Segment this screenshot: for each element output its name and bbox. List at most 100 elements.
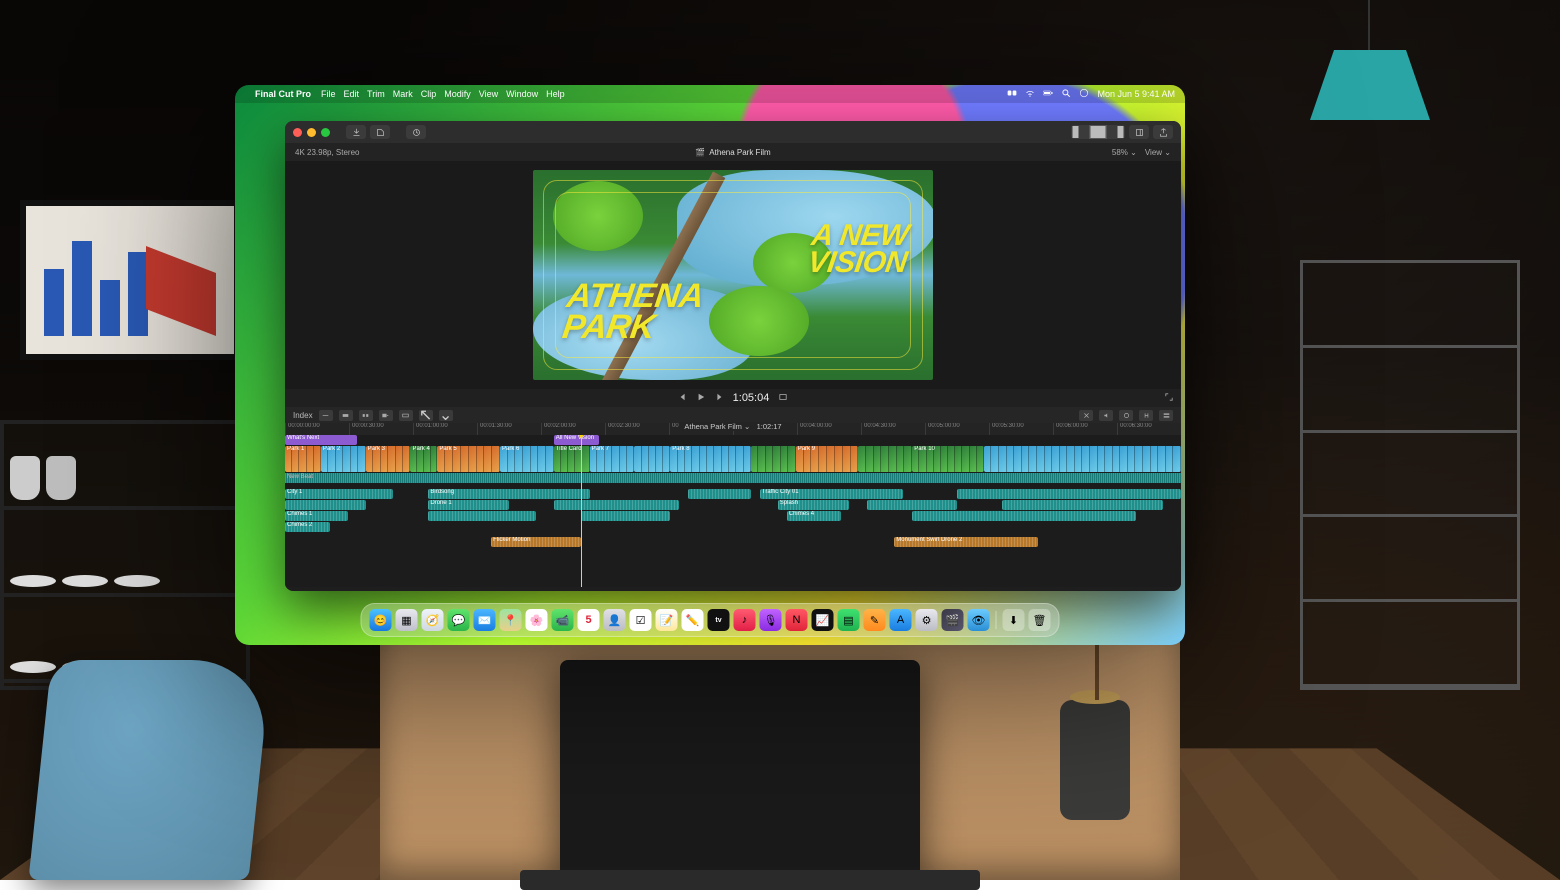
skimming-toggle[interactable] (1079, 410, 1093, 421)
video-clip[interactable]: Park 1 (285, 446, 321, 472)
trim-tool[interactable] (319, 410, 333, 421)
menu-view[interactable]: View (479, 89, 498, 99)
control-center-icon[interactable] (1007, 88, 1017, 100)
video-clip[interactable]: Park 3 (366, 446, 411, 472)
dock-trash[interactable]: 🗑 (1029, 609, 1051, 631)
audio-clip[interactable] (867, 500, 957, 510)
dock-app-numbers[interactable]: ▤ (838, 609, 860, 631)
timeline-ruler[interactable]: Athena Park Film ⌄ 1:02:17 00:00:00:0000… (285, 423, 1181, 435)
workspace-layout-selector[interactable] (1071, 125, 1125, 139)
arrow-tool[interactable]: ↖︎ (419, 410, 433, 421)
dock-app-photos[interactable]: 🌸 (526, 609, 548, 631)
dock-app-music[interactable]: ♪ (734, 609, 756, 631)
primary-audio[interactable]: New Beat (285, 473, 1181, 483)
dock-app-tv[interactable]: tv (708, 609, 730, 631)
dock-downloads[interactable]: ⬇︎ (1003, 609, 1025, 631)
audio-clip[interactable]: Drone 1 (428, 500, 509, 510)
video-clip[interactable]: Park 5 (437, 446, 500, 472)
video-clip[interactable]: Park 9 (796, 446, 859, 472)
background-tasks-button[interactable] (406, 125, 426, 139)
audio-clip[interactable]: City 1 (285, 489, 393, 499)
audio-clip[interactable]: Monument Swirl Drone 2 (894, 537, 1037, 547)
index-button[interactable]: Index (293, 411, 313, 420)
dock-app-maps[interactable]: 📍 (500, 609, 522, 631)
audio-clip[interactable]: Chimes 2 (285, 522, 330, 532)
view-dropdown[interactable]: View ⌄ (1145, 148, 1171, 157)
audio-skimming-toggle[interactable] (1099, 410, 1113, 421)
fullscreen-viewer-button[interactable] (1165, 393, 1173, 403)
solo-button[interactable] (1119, 410, 1133, 421)
search-icon[interactable] (1061, 88, 1071, 100)
wifi-icon[interactable] (1025, 88, 1035, 100)
audio-clip[interactable]: Flicker Motion (491, 537, 581, 547)
prev-frame-button[interactable] (679, 393, 687, 403)
menu-trim[interactable]: Trim (367, 89, 385, 99)
dock-app-mail[interactable]: ✉️ (474, 609, 496, 631)
audio-clip[interactable]: Chimes 4 (787, 511, 841, 521)
dock-app-settings[interactable]: ⚙︎ (916, 609, 938, 631)
minimize-button[interactable] (307, 128, 316, 137)
siri-icon[interactable] (1079, 88, 1089, 100)
dock-app-safari[interactable]: 🧭 (422, 609, 444, 631)
video-clip[interactable]: Park 7 (590, 446, 635, 472)
dock-app-messages[interactable]: 💬 (448, 609, 470, 631)
share-button[interactable] (1153, 125, 1173, 139)
video-clip[interactable]: Park 10 (912, 446, 984, 472)
dock-app-contacts[interactable]: 👤 (604, 609, 626, 631)
timeline-project-dropdown[interactable]: Athena Park Film (684, 422, 742, 431)
video-clip[interactable]: Park 4 (410, 446, 437, 472)
keyword-button[interactable] (370, 125, 390, 139)
audio-clip[interactable] (957, 489, 1181, 499)
dock-app-stocks[interactable]: 📈 (812, 609, 834, 631)
battery-icon[interactable] (1043, 88, 1053, 100)
next-frame-button[interactable] (715, 393, 723, 403)
menubar-app-name[interactable]: Final Cut Pro (255, 89, 311, 99)
title-clip[interactable]: What's Next (285, 435, 357, 445)
dock-app-podcasts[interactable]: 🎙 (760, 609, 782, 631)
import-button[interactable] (346, 125, 366, 139)
dock-app-launchpad[interactable]: ▦ (396, 609, 418, 631)
dock-app-notes[interactable]: 📝 (656, 609, 678, 631)
snapping-toggle[interactable] (1139, 410, 1153, 421)
overwrite-clip-button[interactable] (399, 410, 413, 421)
dock-app-pages[interactable]: ✎ (864, 609, 886, 631)
insert-clip-button[interactable] (359, 410, 373, 421)
menu-edit[interactable]: Edit (344, 89, 360, 99)
audio-clip[interactable] (428, 511, 536, 521)
audio-clip[interactable] (912, 511, 1136, 521)
video-clip[interactable] (858, 446, 912, 472)
video-clip[interactable]: Park 8 (670, 446, 751, 472)
title-clip[interactable]: All New Vision (554, 435, 599, 445)
video-clip[interactable] (634, 446, 670, 472)
menu-modify[interactable]: Modify (444, 89, 471, 99)
connect-clip-button[interactable] (339, 410, 353, 421)
audio-clip[interactable] (581, 511, 671, 521)
audio-clip[interactable] (1002, 500, 1163, 510)
play-button[interactable] (697, 393, 705, 403)
timeline[interactable]: What's NextAll New VisionPark 1Park 2Par… (285, 435, 1181, 587)
menu-clip[interactable]: Clip (421, 89, 437, 99)
dock-app-news[interactable]: N (786, 609, 808, 631)
menu-file[interactable]: File (321, 89, 336, 99)
audio-clip[interactable] (688, 489, 751, 499)
playhead[interactable] (581, 435, 582, 587)
dock-app-final-cut-pro[interactable]: 🎬 (942, 609, 964, 631)
video-clip[interactable] (751, 446, 796, 472)
menubar-datetime[interactable]: Mon Jun 5 9:41 AM (1097, 89, 1175, 99)
zoom-dropdown[interactable]: 58% ⌄ (1112, 148, 1137, 157)
close-button[interactable] (293, 128, 302, 137)
viewer-canvas[interactable]: ATHENAPARK A NEWVISION (533, 170, 933, 380)
dock-app-freeform[interactable]: ✏️ (682, 609, 704, 631)
fullscreen-button[interactable] (321, 128, 330, 137)
menu-mark[interactable]: Mark (393, 89, 413, 99)
audio-clip[interactable]: Birdsong (428, 489, 589, 499)
video-clip[interactable] (984, 446, 1181, 472)
menu-help[interactable]: Help (546, 89, 565, 99)
dock-app-app-store[interactable]: A (890, 609, 912, 631)
menu-window[interactable]: Window (506, 89, 538, 99)
dock-app-calendar[interactable]: 5 (578, 609, 600, 631)
audio-clip[interactable]: Splash (778, 500, 850, 510)
dock-app-facetime[interactable]: 📹 (552, 609, 574, 631)
dock-app-reminders[interactable]: ☑︎ (630, 609, 652, 631)
audio-clip[interactable]: Chimes 1 (285, 511, 348, 521)
